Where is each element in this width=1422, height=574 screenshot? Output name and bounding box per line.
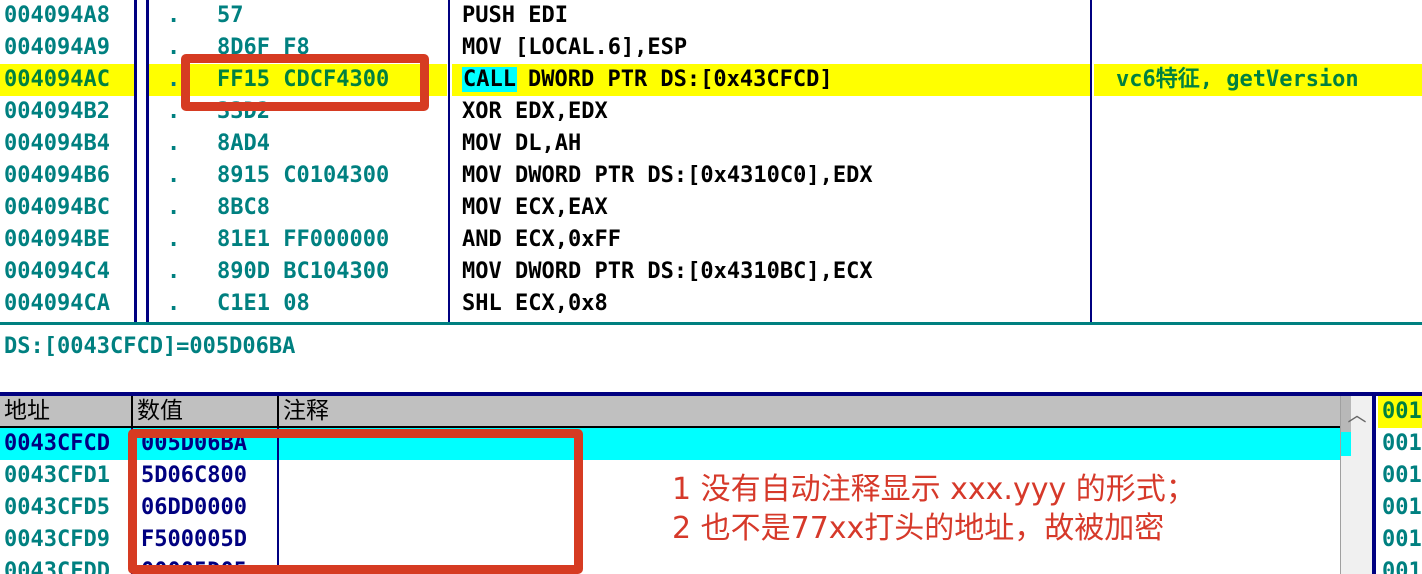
disassembly-hex-bytes: 8BC8	[217, 195, 270, 220]
disassembly-comment	[1094, 224, 1422, 256]
disassembly-comment	[1094, 288, 1422, 320]
stack-row[interactable]: 001	[1378, 428, 1422, 460]
disassembly-marker: .	[167, 291, 181, 316]
disassembly-row[interactable]: 004094BE. 81E1 FF000000 AND ECX,0xFF	[0, 224, 1422, 256]
disassembly-row-list[interactable]: 004094A8. 57 PUSH EDI 004094A9. 8D6F F8 MOV […	[0, 0, 1422, 320]
disassembly-row[interactable]: 004094C4. 890D BC104300 MOV DWORD PTR DS:[…	[0, 256, 1422, 288]
disassembly-row[interactable]: 004094A9. 8D6F F8 MOV [LOCAL.6],ESP	[0, 32, 1422, 64]
stack-row[interactable]: 001	[1378, 396, 1422, 428]
disassembly-panel[interactable]: 004094A8. 57 PUSH EDI 004094A9. 8D6F F8 MOV […	[0, 0, 1422, 325]
dump-value: 06DD0000	[141, 495, 247, 520]
disassembly-address: 004094BE	[4, 227, 110, 252]
disassembly-row[interactable]: 004094BC. 8BC8 MOV ECX,EAX	[0, 192, 1422, 224]
disassembly-instruction: MOV DL,AH	[462, 131, 582, 156]
column-divider-address	[134, 0, 137, 325]
disassembly-address: 004094AC	[0, 64, 134, 96]
annotation-note: 1 没有自动注释显示 xxx.yyy 的形式； 2 也不是77xx打头的地址，故…	[672, 470, 1422, 548]
disassembly-hex-bytes: 8D6F F8	[217, 35, 310, 60]
disassembly-marker: .	[167, 99, 181, 124]
disassembly-marker: .	[167, 35, 181, 60]
dump-row[interactable]: 0043CFCD 005D06BA	[0, 428, 1340, 460]
instruction-keyword: CALL	[462, 67, 517, 92]
column-divider-comment	[1090, 0, 1092, 325]
disassembly-hex-bytes: 890D BC104300	[217, 259, 390, 284]
disassembly-instruction: XOR EDX,EDX	[462, 99, 608, 124]
dump-comment	[279, 428, 1339, 460]
dump-header-comment[interactable]: 注释	[277, 396, 1340, 426]
dump-address: 0043CFCD	[4, 431, 110, 456]
column-divider-hex	[448, 0, 450, 325]
disassembly-bottom-separator	[0, 322, 1422, 325]
disassembly-marker: .	[167, 3, 181, 28]
disassembly-instruction: MOV DWORD PTR DS:[0x4310BC],ECX	[462, 259, 873, 284]
dump-address: 0043CFD9	[4, 527, 110, 552]
disassembly-row[interactable]: 004094CA. C1E1 08 SHL ECX,0x8	[0, 288, 1422, 320]
disassembly-address: 004094B2	[4, 99, 110, 124]
dump-address: 0043CFDD	[4, 559, 110, 574]
disassembly-marker: .	[167, 163, 181, 188]
disassembly-address: 004094A8	[4, 3, 110, 28]
disassembly-comment	[1094, 96, 1422, 128]
disassembly-address: 004094C4	[4, 259, 110, 284]
disassembly-row[interactable]: 004094A8. 57 PUSH EDI	[0, 0, 1422, 32]
dump-value: 005D06BA	[141, 431, 247, 456]
disassembly-marker: .	[149, 64, 185, 96]
dump-address: 0043CFD5	[4, 495, 110, 520]
disassembly-hex-bytes: FF15 CDCF4300	[185, 64, 447, 96]
dump-header-row: 地址 数值 注释	[0, 396, 1340, 428]
disassembly-instruction: SHL ECX,0x8	[462, 291, 608, 316]
disassembly-hex-bytes: 57	[217, 3, 244, 28]
disassembly-comment: vc6特征, getVersion	[1094, 64, 1422, 96]
column-divider-marker	[146, 0, 149, 325]
disassembly-address: 004094BC	[4, 195, 110, 220]
disassembly-address: 004094B4	[4, 131, 110, 156]
disassembly-comment	[1094, 128, 1422, 160]
disassembly-instruction: CALL DWORD PTR DS:[0x43CFCD]	[452, 64, 1090, 96]
scroll-up-arrow-icon[interactable]: ︿	[1341, 402, 1373, 428]
disassembly-marker: .	[167, 227, 181, 252]
disassembly-comment	[1094, 192, 1422, 224]
disassembly-instruction: AND ECX,0xFF	[462, 227, 621, 252]
disassembly-row[interactable]: 004094B4. 8AD4 MOV DL,AH	[0, 128, 1422, 160]
disassembly-comment	[1094, 160, 1422, 192]
disassembly-hex-bytes: 8915 C0104300	[217, 163, 390, 188]
disassembly-comment	[1094, 32, 1422, 64]
disassembly-instruction: MOV ECX,EAX	[462, 195, 608, 220]
disassembly-hex-bytes: C1E1 08	[217, 291, 310, 316]
disassembly-hex-bytes: 8AD4	[217, 131, 270, 156]
disassembly-marker: .	[167, 131, 181, 156]
disassembly-instruction: MOV [LOCAL.6],ESP	[462, 35, 688, 60]
scrollbar-selection-marker	[1341, 432, 1351, 456]
disassembly-address: 004094A9	[4, 35, 110, 60]
dump-value: 5D06C800	[141, 463, 247, 488]
dump-header-address[interactable]: 地址	[0, 396, 131, 426]
dump-divider-value	[277, 428, 279, 574]
disassembly-comment	[1094, 256, 1422, 288]
dump-value: F500005D	[141, 527, 247, 552]
disassembly-marker: .	[167, 259, 181, 284]
disassembly-address: 004094B6	[4, 163, 110, 188]
disassembly-row[interactable]: 004094AC. FF15 CDCF4300 CALL DWORD PTR DS:[…	[0, 64, 1422, 96]
annotation-note-line-2: 2 也不是77xx打头的地址，故被加密	[672, 511, 1165, 546]
disassembly-hex-bytes: 33D2	[217, 99, 270, 124]
instruction-operands: DWORD PTR DS:[0x43CFCD]	[527, 67, 833, 92]
disassembly-instruction: PUSH EDI	[462, 3, 568, 28]
disassembly-marker: .	[167, 195, 181, 220]
disassembly-row[interactable]: 004094B6. 8915 C0104300 MOV DWORD PTR DS:[…	[0, 160, 1422, 192]
dump-row[interactable]: 0043CFDD 00005D05	[0, 556, 1340, 574]
disassembly-hex-bytes: 81E1 FF000000	[217, 227, 390, 252]
disassembly-address: 004094CA	[4, 291, 110, 316]
dump-header-value[interactable]: 数值	[131, 396, 277, 426]
disassembly-instruction: MOV DWORD PTR DS:[0x4310C0],EDX	[462, 163, 873, 188]
disassembly-comment	[1094, 0, 1422, 32]
dump-value: 00005D05	[141, 559, 247, 574]
annotation-note-line-1: 1 没有自动注释显示 xxx.yyy 的形式；	[672, 472, 1196, 507]
dump-comment	[279, 556, 1339, 574]
dump-divider-address	[131, 428, 133, 574]
dump-address: 0043CFD1	[4, 463, 110, 488]
status-bar: DS:[0043CFCD]=005D06BA	[0, 330, 1422, 364]
disassembly-row[interactable]: 004094B2. 33D2 XOR EDX,EDX	[0, 96, 1422, 128]
stack-row[interactable]: 001	[1378, 556, 1422, 574]
